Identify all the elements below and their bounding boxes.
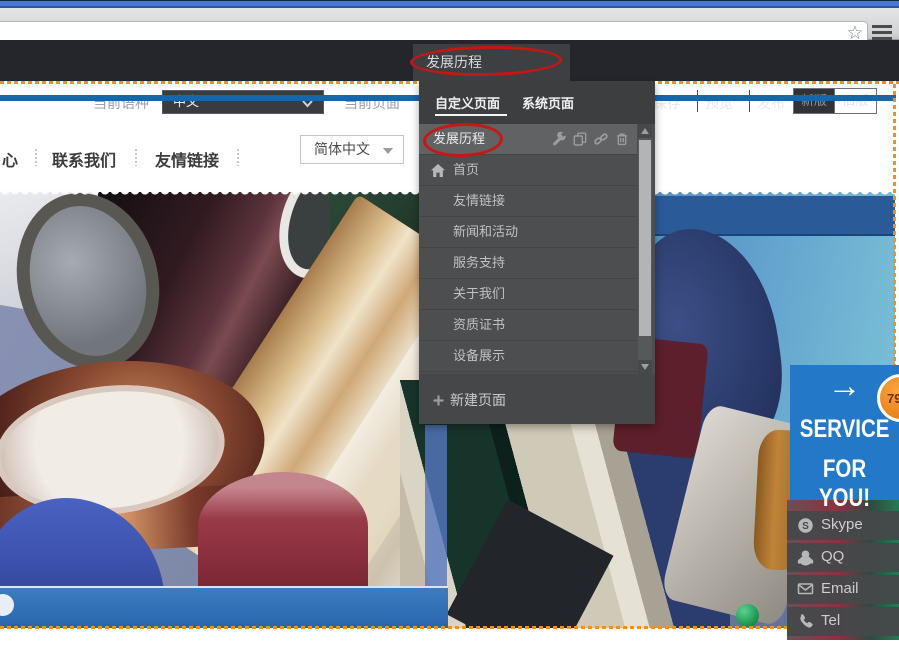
service-line1: SERVICE xyxy=(800,415,889,444)
trash-icon[interactable] xyxy=(615,132,629,146)
contact-label: Tel xyxy=(821,612,840,629)
nav-separator xyxy=(237,149,239,166)
toolbar-separator xyxy=(697,90,698,112)
list-item-label: 资质证书 xyxy=(453,310,505,340)
dropdown-arrow-icon xyxy=(383,148,393,154)
service-line2: FOR YOU! xyxy=(800,455,889,513)
copy-icon[interactable] xyxy=(573,132,587,146)
wrench-icon[interactable] xyxy=(552,132,566,146)
list-item-label: 友情链接 xyxy=(453,186,505,216)
contact-email-button[interactable]: Email xyxy=(787,575,899,604)
list-item[interactable]: 资质证书 xyxy=(419,310,637,341)
email-icon xyxy=(797,581,814,596)
list-item-selected[interactable]: 发展历程 xyxy=(419,124,637,155)
list-item[interactable]: 友情链接 xyxy=(419,186,637,217)
old-version-button[interactable]: 旧版 xyxy=(834,89,876,113)
site-language-select[interactable]: 简体中文 xyxy=(300,135,404,164)
nav-separator xyxy=(135,149,137,166)
site-nav-item-partial[interactable]: 心 xyxy=(2,147,18,171)
panel-footer: 新建页面 xyxy=(419,374,655,424)
scrollbar-thumb[interactable] xyxy=(639,140,651,336)
list-item[interactable]: 设备展示 xyxy=(419,341,637,372)
site-nav-item-links[interactable]: 友情链接 xyxy=(155,147,219,171)
home-icon xyxy=(431,164,445,177)
photo-shape xyxy=(736,604,759,627)
tab-system-pages[interactable]: 系统页面 xyxy=(522,93,574,112)
list-item-label: 服务支持 xyxy=(453,248,505,278)
list-item[interactable]: 关于我们 xyxy=(419,279,637,310)
list-item[interactable]: 服务支持 xyxy=(419,248,637,279)
qq-icon xyxy=(797,549,814,566)
new-page-button[interactable]: 新建页面 xyxy=(433,390,506,410)
list-item-label: 设备展示 xyxy=(453,341,505,371)
active-tab-underline xyxy=(435,114,507,116)
toolbar-separator xyxy=(749,90,750,112)
list-item-home[interactable]: 首页 xyxy=(419,155,637,186)
list-item-label: 新闻和活动 xyxy=(453,217,518,247)
list-item[interactable]: 新闻和活动 xyxy=(419,217,637,248)
edit-region-border-bottom xyxy=(0,626,896,629)
browser-menu-icon[interactable] xyxy=(872,25,892,41)
plus-icon xyxy=(433,395,444,406)
page-list: 发展历程 首页 友情链接 新闻和活动 服务支持 关于我们 资质证书 设备展示 xyxy=(419,124,655,374)
site-language-value: 简体中文 xyxy=(314,141,370,157)
page-dropdown-panel: 自定义页面 系统页面 发展历程 首页 友情链接 新闻和活动 服务支持 关于我们 … xyxy=(419,81,655,424)
new-version-button[interactable]: 新版 xyxy=(794,89,834,113)
list-item-label: 发展历程 xyxy=(433,124,485,154)
browser-titlebar xyxy=(0,0,899,8)
browser-toolbar: ☆ xyxy=(0,8,899,40)
phone-icon xyxy=(797,613,814,630)
panel-tabs: 自定义页面 系统页面 xyxy=(419,81,655,124)
list-item-label: 关于我们 xyxy=(453,279,505,309)
contact-label: Email xyxy=(821,580,859,597)
new-page-label: 新建页面 xyxy=(450,392,506,408)
scroll-down-button[interactable] xyxy=(638,360,652,374)
photo-shape xyxy=(630,196,895,236)
skype-icon: S xyxy=(797,517,814,534)
svg-text:S: S xyxy=(802,521,809,532)
chevron-down-icon xyxy=(302,100,313,108)
panel-scrollbar[interactable] xyxy=(638,124,652,374)
scroll-up-button[interactable] xyxy=(638,124,652,138)
nav-separator xyxy=(35,149,37,166)
version-toggle: 新版 旧版 xyxy=(793,88,877,114)
language-select[interactable]: 中文 xyxy=(162,90,324,114)
contact-tel-button[interactable]: Tel xyxy=(787,607,899,636)
contact-skype-button[interactable]: S Skype xyxy=(787,511,899,540)
photo-shape xyxy=(0,586,448,628)
badge-text: 79 xyxy=(887,391,899,406)
current-page-dropdown-trigger[interactable]: 发展历程 xyxy=(413,44,570,81)
link-icon[interactable] xyxy=(594,132,608,146)
contact-label: Skype xyxy=(821,516,863,533)
contact-label: QQ xyxy=(821,548,844,565)
site-nav-item-contact[interactable]: 联系我们 xyxy=(52,147,116,171)
tab-custom-pages[interactable]: 自定义页面 xyxy=(435,93,500,112)
list-item-label: 首页 xyxy=(453,155,479,185)
contact-qq-button[interactable]: QQ xyxy=(787,543,899,572)
